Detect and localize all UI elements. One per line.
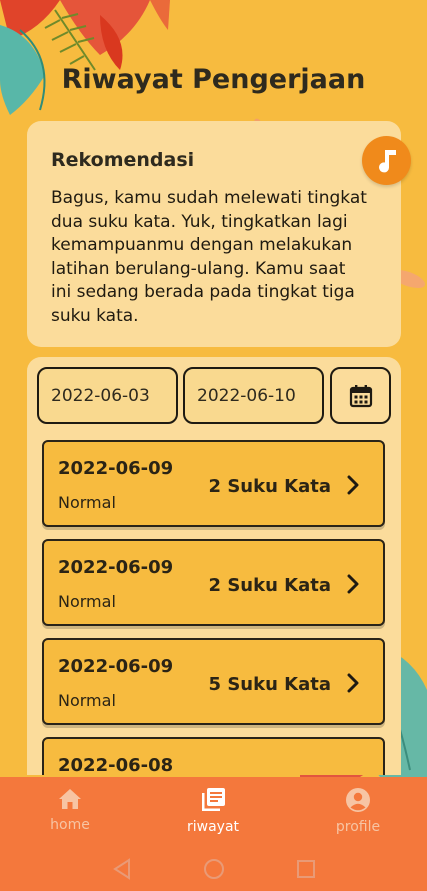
home-circle-icon[interactable] [203, 858, 225, 880]
record-date: 2022-06-09 [58, 656, 174, 677]
record-level: 2 Suku Kata [208, 476, 331, 497]
start-date-field[interactable]: 2022-06-03 [37, 367, 178, 424]
recommendation-card: Rekomendasi Bagus, kamu sudah melewati t… [27, 121, 401, 347]
record-date: 2022-06-09 [58, 557, 174, 578]
history-icon [202, 788, 225, 811]
nav-item-riwayat[interactable]: riwayat [163, 787, 263, 835]
page-title: Riwayat Pengerjaan [61, 64, 366, 95]
recommendation-line: kemampuanmu dengan melakukan [51, 235, 353, 255]
record-level: 5 Suku Kata [208, 674, 331, 695]
music-button[interactable] [362, 136, 411, 185]
nav-label-riwayat: riwayat [186, 819, 240, 835]
home-icon [59, 789, 81, 809]
history-record[interactable]: 2022-06-08 [42, 737, 385, 775]
system-navigation-bar [0, 848, 427, 891]
profile-icon [346, 788, 370, 812]
leaf-decoration-top-left-icon [0, 0, 170, 115]
chevron-right-icon [347, 475, 359, 495]
recommendation-line: ini sedang berada pada tingkat tiga [51, 282, 355, 302]
history-record[interactable]: 2022-06-09 Normal 2 Suku Kata [42, 539, 385, 626]
recommendation-line: dua suku kata. Yuk, tingkatkan lagi [51, 211, 348, 232]
recents-icon[interactable] [296, 859, 316, 879]
nav-label-profile: profile [335, 819, 381, 835]
recommendation-text: Bagus, kamu sudah melewati tingkat dua s… [51, 187, 381, 328]
nav-item-home[interactable]: home [20, 787, 120, 833]
history-record[interactable]: 2022-06-09 Normal 2 Suku Kata [42, 440, 385, 527]
nav-label-home: home [50, 817, 90, 833]
chevron-right-icon [347, 673, 359, 693]
recommendation-line: suku kata. [51, 305, 139, 326]
record-date: 2022-06-09 [58, 458, 174, 479]
chevron-right-icon [347, 574, 359, 594]
recommendation-title: Rekomendasi [51, 149, 195, 171]
record-date: 2022-06-08 [58, 755, 174, 775]
record-mode: Normal [58, 493, 116, 512]
end-date-field[interactable]: 2022-06-10 [183, 367, 324, 424]
recommendation-line: Bagus, kamu sudah melewati tingkat [51, 188, 367, 208]
history-panel: 2022-06-03 2022-06-10 2022-06-09 Normal … [27, 357, 401, 775]
music-note-icon [378, 149, 396, 172]
record-level: 2 Suku Kata [208, 575, 331, 596]
recommendation-line: latihan berulang-ulang. Kamu saat [51, 258, 346, 279]
calendar-button[interactable] [330, 367, 391, 424]
history-record[interactable]: 2022-06-09 Normal 5 Suku Kata [42, 638, 385, 725]
record-mode: Normal [58, 691, 116, 710]
nav-item-profile[interactable]: profile [308, 787, 408, 835]
back-icon[interactable] [112, 858, 132, 880]
record-mode: Normal [58, 592, 116, 611]
calendar-icon [349, 384, 372, 407]
